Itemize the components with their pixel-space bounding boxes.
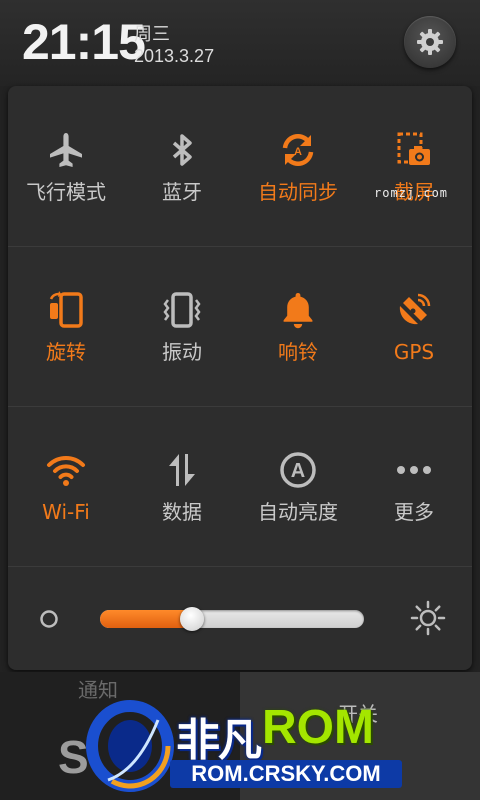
toggle-wifi[interactable]: Wi-Fi [8, 406, 124, 566]
brightness-high-icon [410, 600, 446, 636]
settings-button[interactable] [404, 16, 456, 68]
toggle-label: Wi-Fi [42, 500, 90, 524]
vibrate-icon [163, 292, 201, 328]
toggle-row: 飞行模式 蓝牙 A 自动同步 截屏 romzj.com [8, 86, 472, 246]
toggle-ringer[interactable]: 响铃 [240, 246, 356, 406]
logo-rom-text: ROM [262, 701, 374, 754]
brightness-control [8, 566, 472, 670]
logo-url-text: ROM.CRSKY.COM [170, 760, 402, 788]
bell-icon [283, 293, 313, 329]
data-icon [169, 454, 195, 486]
airplane-icon [50, 133, 82, 167]
more-icon [397, 466, 431, 474]
toggle-mobile-data[interactable]: 数据 [124, 406, 240, 566]
toggle-label: 自动同步 [258, 180, 338, 204]
toggle-vibrate[interactable]: 振动 [124, 246, 240, 406]
toggle-screenshot[interactable]: 截屏 [356, 86, 472, 246]
toggle-label: 飞行模式 [26, 180, 106, 204]
auto-brightness-icon: A [280, 452, 316, 488]
brightness-fill [100, 610, 184, 628]
toggle-label: 振动 [162, 340, 202, 364]
toggle-auto-sync[interactable]: A 自动同步 [240, 86, 356, 246]
tab-notifications-label: 通知 [78, 678, 118, 702]
date: 2013.3.27 [134, 46, 215, 66]
bluetooth-icon [172, 134, 192, 166]
logo-letter-s: S [58, 731, 89, 783]
wifi-icon [47, 455, 85, 486]
toggle-bluetooth[interactable]: 蓝牙 [124, 86, 240, 246]
logo-chinese-text: 非凡 [176, 715, 262, 766]
toggle-row: 旋转 振动 响铃 GPS [8, 246, 472, 406]
toggle-label: 数据 [162, 500, 202, 524]
brightness-low-icon [40, 610, 58, 628]
toggle-label: 自动亮度 [258, 500, 338, 524]
svg-text:A: A [294, 146, 302, 158]
quick-toggles-panel: 飞行模式 蓝牙 A 自动同步 截屏 romzj.com 旋转 振动 响铃 GPS… [8, 86, 472, 670]
svg-text:A: A [291, 460, 305, 482]
toggle-more[interactable]: 更多 [356, 406, 472, 566]
gear-icon [417, 29, 443, 55]
weekday: 周三 [134, 24, 170, 45]
sync-icon: A [282, 133, 314, 167]
brightness-slider[interactable] [100, 610, 364, 628]
watermark-text: romzj.com [374, 186, 449, 200]
rotate-icon [49, 291, 83, 328]
toggle-label: 更多 [394, 500, 434, 524]
toggle-label: GPS [393, 340, 435, 364]
toggle-label: 旋转 [46, 340, 86, 364]
toggle-airplane-mode[interactable]: 飞行模式 [8, 86, 124, 246]
toggle-row: Wi-Fi 数据 A 自动亮度 更多 [8, 406, 472, 566]
toggle-gps[interactable]: GPS [356, 246, 472, 406]
brightness-slider-thumb[interactable] [180, 607, 204, 631]
toggle-auto-brightness[interactable]: A 自动亮度 [240, 406, 356, 566]
toggle-label: 响铃 [278, 340, 318, 364]
clock: 21:15 [22, 14, 146, 70]
screenshot-icon [397, 132, 430, 165]
toggle-rotate[interactable]: 旋转 [8, 246, 124, 406]
toggle-label: 蓝牙 [162, 180, 202, 204]
gps-icon [399, 293, 431, 325]
notification-header: 21:15 周三 2013.3.27 [0, 0, 480, 86]
